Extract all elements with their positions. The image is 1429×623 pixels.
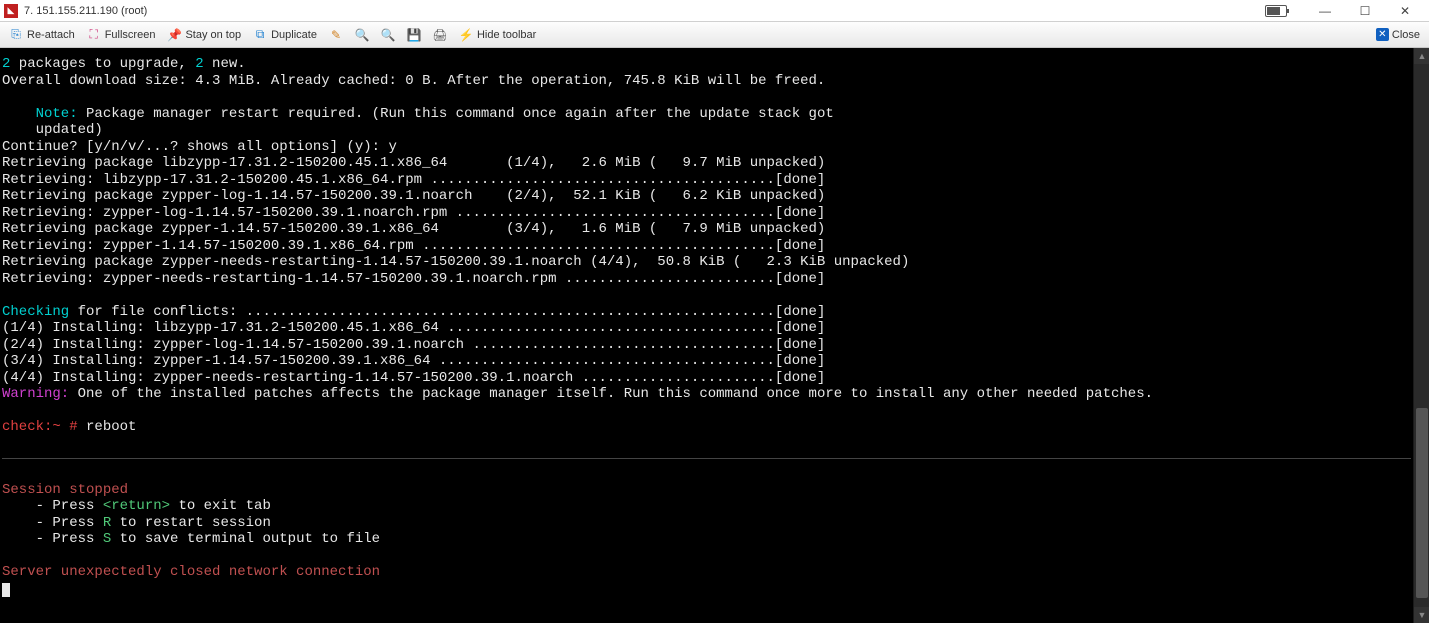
scroll-down-arrow-icon[interactable]: ▼ — [1414, 607, 1429, 623]
scroll-up-arrow-icon[interactable]: ▲ — [1414, 48, 1429, 64]
vertical-scrollbar[interactable]: ▲ ▼ — [1413, 48, 1429, 623]
scroll-thumb[interactable] — [1416, 408, 1428, 598]
print-button[interactable]: 🖨 — [428, 26, 452, 44]
stay-on-top-button[interactable]: 📌 Stay on top — [162, 26, 246, 44]
duplicate-button[interactable]: ⧉ Duplicate — [248, 26, 322, 44]
terminal-wrap: 2 packages to upgrade, 2 new. Overall do… — [0, 48, 1429, 623]
pin-icon: 📌 — [167, 28, 181, 42]
window-close-button[interactable]: ✕ — [1385, 0, 1425, 22]
title-bar: 7. 151.155.211.190 (root) — ☐ ✕ — [0, 0, 1429, 22]
fullscreen-button[interactable]: ⛶ Fullscreen — [82, 26, 161, 44]
reattach-button[interactable]: ⎘ Re-attach — [4, 26, 80, 44]
reattach-label: Re-attach — [27, 29, 75, 41]
zoom-in-icon: 🔍 — [355, 28, 369, 42]
hide-toolbar-label: Hide toolbar — [477, 29, 536, 41]
hide-toolbar-button[interactable]: ⚡ Hide toolbar — [454, 26, 541, 44]
lightning-icon: ⚡ — [459, 28, 473, 42]
zoom-out-icon: 🔍 — [381, 28, 395, 42]
fullscreen-icon: ⛶ — [87, 28, 101, 42]
fullscreen-label: Fullscreen — [105, 29, 156, 41]
app-icon — [4, 4, 18, 18]
terminal[interactable]: 2 packages to upgrade, 2 new. Overall do… — [0, 48, 1413, 623]
minimize-button[interactable]: — — [1305, 0, 1345, 22]
close-tab-button[interactable]: ✕ Close — [1371, 26, 1425, 43]
maximize-button[interactable]: ☐ — [1345, 0, 1385, 22]
duplicate-label: Duplicate — [271, 29, 317, 41]
close-icon: ✕ — [1376, 28, 1389, 41]
close-tab-label: Close — [1392, 29, 1420, 41]
battery-icon — [1265, 5, 1287, 17]
pencil-icon: ✎ — [329, 28, 343, 42]
printer-icon: 🖨 — [433, 28, 447, 42]
save-button[interactable]: 💾 — [402, 26, 426, 44]
stay-on-top-label: Stay on top — [185, 29, 241, 41]
zoom-in-button[interactable]: 🔍 — [350, 26, 374, 44]
zoom-out-button[interactable]: 🔍 — [376, 26, 400, 44]
toolbar: ⎘ Re-attach ⛶ Fullscreen 📌 Stay on top ⧉… — [0, 22, 1429, 48]
window-title: 7. 151.155.211.190 (root) — [24, 5, 147, 17]
edit-button[interactable]: ✎ — [324, 26, 348, 44]
floppy-icon: 💾 — [407, 28, 421, 42]
reattach-icon: ⎘ — [9, 28, 23, 42]
duplicate-icon: ⧉ — [253, 28, 267, 42]
